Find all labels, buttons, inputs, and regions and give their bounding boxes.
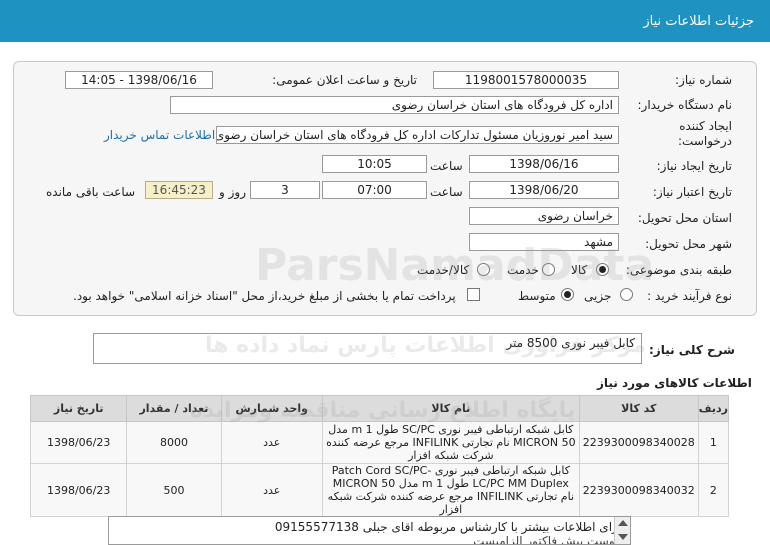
notes-line-2: پیوست پیش فاکتور الزامیست	[473, 534, 622, 545]
city-label: شهر محل تحویل:	[645, 237, 732, 251]
items-table: ردیف کد کالا نام کالا واحد شمارش تعداد /…	[29, 395, 730, 517]
announce-date-label: تاریخ و ساعت اعلان عمومی:	[272, 73, 417, 87]
treasury-payment-note: پرداخت تمام یا بخشی از مبلغ خرید،از محل …	[73, 289, 456, 303]
buyer-org-field: اداره کل فرودگاه های استان خراسان رضوی	[170, 96, 619, 114]
process-minor-label: جزیی	[584, 289, 612, 303]
table-row: 1 2239300098340028 کابل شبکه ارتباطی فیب…	[29, 421, 730, 464]
col-qty: تعداد / مقدار	[126, 395, 222, 422]
province-field: خراسان رضوی	[469, 207, 619, 225]
cell-date: 1398/06/23	[29, 463, 128, 517]
created-time-label: ساعت	[430, 159, 463, 173]
cell-qty: 8000	[126, 421, 222, 464]
table-row: 2 2239300098340032 کابل شبکه ارتباطی فیب…	[29, 463, 730, 517]
items-section-title: اطلاعات کالاهای مورد نیاز	[597, 376, 752, 390]
cell-date: 1398/06/23	[29, 421, 128, 464]
process-medium-label: متوسط	[518, 289, 556, 303]
process-minor-radio[interactable]	[620, 288, 633, 301]
buyer-org-label: نام دستگاه خریدار:	[637, 98, 733, 112]
notes-scrollbar[interactable]	[614, 517, 630, 544]
time-remaining-label: ساعت باقی مانده	[46, 185, 136, 199]
process-medium-radio[interactable]	[561, 288, 574, 301]
scroll-down-icon[interactable]	[618, 534, 628, 540]
category-service-radio[interactable]	[542, 263, 555, 276]
need-number-label: شماره نیاز:	[675, 73, 732, 87]
days-label: روز و	[219, 185, 246, 199]
buyer-contact-link[interactable]: اطلاعات تماس خریدار	[104, 128, 215, 142]
cell-name: کابل شبکه ارتباطی فیبر نوری SC/PC طول 1 …	[321, 421, 580, 464]
col-row: ردیف	[697, 395, 730, 422]
col-unit: واحد شمارش	[220, 395, 323, 422]
province-label: استان محل تحویل:	[637, 211, 732, 225]
category-both-radio[interactable]	[477, 263, 490, 276]
notes-line-1: برای اطلاعات بیشتر با کارشناس مربوطه اقا…	[274, 520, 622, 534]
created-time-field: 10:05	[322, 155, 427, 173]
table-header-row: ردیف کد کالا نام کالا واحد شمارش تعداد /…	[29, 395, 730, 422]
announce-date-field: 1398/06/16 - 14:05	[65, 71, 213, 89]
valid-time-field: 07:00	[322, 181, 427, 199]
valid-time-label: ساعت	[430, 185, 463, 199]
cell-code: 2239300098340032	[578, 463, 699, 517]
description-text: کابل فیبر نوری 8500 متر	[506, 336, 635, 350]
cell-row: 2	[697, 463, 730, 517]
days-remaining-field: 3	[250, 181, 320, 199]
valid-date-label: تاریخ اعتبار نیاز:	[652, 185, 732, 199]
cell-row: 1	[697, 421, 730, 464]
creator-field: سید امیر نوروزیان مسئول تدارکات اداره کل…	[216, 126, 619, 144]
page-title: جزئیات اطلاعات نیاز	[643, 14, 754, 29]
creator-label-1: ایجاد کننده	[679, 119, 732, 133]
cell-code: 2239300098340028	[578, 421, 699, 464]
category-service-label: خدمت	[507, 263, 539, 277]
created-date-label: تاریخ ایجاد نیاز:	[656, 159, 732, 173]
category-both-label: کالا/خدمت	[417, 263, 470, 277]
cell-name: کابل شبکه ارتباطی فیبر نوری Patch Cord S…	[321, 463, 580, 517]
valid-date-field: 1398/06/20	[469, 181, 619, 199]
category-label: طبقه بندی موضوعی:	[625, 263, 732, 277]
city-field: مشهد	[469, 233, 619, 251]
created-date-field: 1398/06/16	[469, 155, 619, 173]
description-field: کابل فیبر نوری 8500 متر	[93, 333, 642, 364]
col-code: کد کالا	[578, 395, 699, 422]
cell-unit: عدد	[220, 421, 323, 464]
cell-unit: عدد	[220, 463, 323, 517]
category-goods-label: کالا	[571, 263, 588, 277]
cell-qty: 500	[126, 463, 222, 517]
col-date: تاریخ نیاز	[29, 395, 128, 422]
col-name: نام کالا	[321, 395, 580, 422]
time-remaining-field: 16:45:23	[145, 181, 213, 199]
scroll-up-icon[interactable]	[618, 520, 628, 526]
description-label: شرح کلی نیاز:	[649, 343, 735, 357]
category-goods-radio[interactable]	[596, 263, 609, 276]
treasury-payment-checkbox[interactable]	[467, 288, 480, 301]
process-label: نوع فرآیند خرید :	[647, 289, 732, 303]
need-number-field: 1198001578000035	[433, 71, 619, 89]
creator-label-2: درخواست:	[678, 134, 732, 148]
buyer-notes-textarea[interactable]: برای اطلاعات بیشتر با کارشناس مربوطه اقا…	[108, 516, 631, 545]
page-header: جزئیات اطلاعات نیاز	[0, 0, 770, 42]
